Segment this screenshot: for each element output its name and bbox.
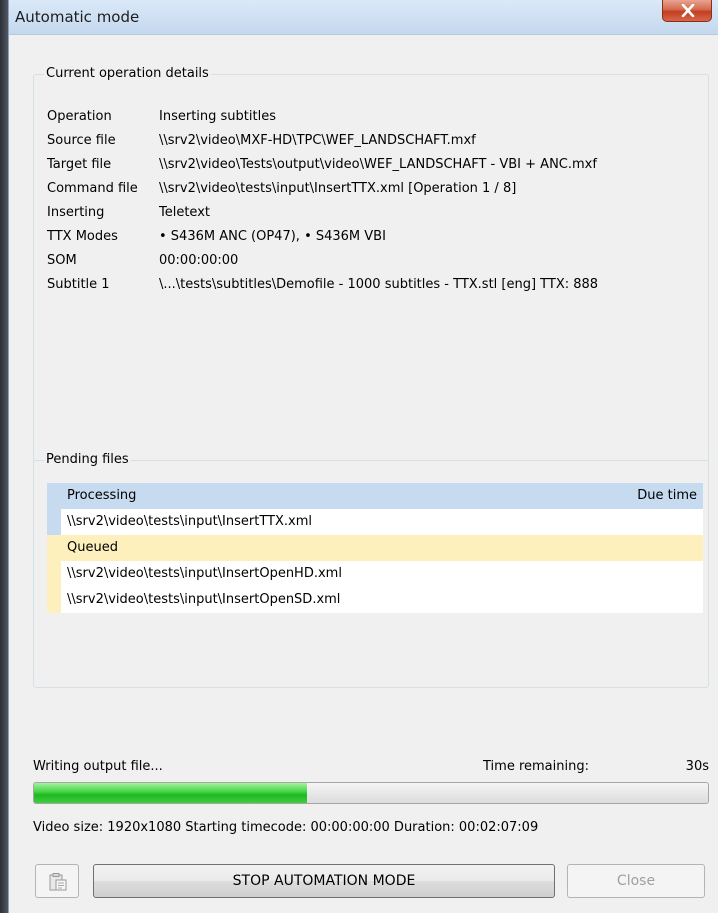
queued-file-item[interactable]: \\srv2\video\tests\input\InsertOpenSD.xm…	[47, 587, 703, 613]
detail-key: SOM	[47, 253, 77, 268]
stop-automation-mode-button[interactable]: STOP AUTOMATION MODE	[93, 864, 555, 898]
due-time-header: Due time	[637, 488, 697, 503]
detail-key: Command file	[47, 181, 138, 196]
title-bar[interactable]: Automatic mode	[9, 0, 718, 35]
pending-files-legend: Pending files	[44, 452, 131, 467]
time-remaining-value: 30s	[685, 759, 709, 774]
processing-header[interactable]: Processing Due time	[47, 483, 703, 509]
detail-value: 00:00:00:00	[159, 253, 239, 268]
processing-file-item-text: \\srv2\video\tests\input\InsertTTX.xml	[67, 514, 312, 529]
detail-value: \\srv2\video\tests\input\InsertTTX.xml […	[159, 181, 517, 196]
queued-file-item[interactable]: \\srv2\video\tests\input\InsertOpenHD.xm…	[47, 561, 703, 587]
detail-key: TTX Modes	[47, 229, 118, 244]
automatic-mode-window: Automatic mode Current operation details…	[8, 0, 718, 913]
queued-header[interactable]: Queued	[47, 535, 703, 561]
progress-bar-fill	[34, 783, 307, 803]
clipboard-icon	[49, 873, 67, 891]
detail-value: \\srv2\video\MXF-HD\TPC\WEF_LANDSCHAFT.m…	[159, 133, 476, 148]
video-info: Video size: 1920x1080 Starting timecode:…	[33, 820, 539, 835]
queued-file-item-text: \\srv2\video\tests\input\InsertOpenSD.xm…	[67, 592, 341, 607]
detail-key: Source file	[47, 133, 116, 148]
close-button[interactable]: Close	[567, 864, 705, 898]
progress-bar	[33, 782, 709, 804]
detail-value: Inserting subtitles	[159, 109, 276, 124]
processing-file-item[interactable]: \\srv2\video\tests\input\InsertTTX.xml	[47, 509, 703, 535]
window-client-area: Current operation details Operation Inser…	[9, 35, 718, 913]
detail-value: \...\tests\subtitles\Demofile - 1000 sub…	[159, 277, 599, 292]
detail-key: Subtitle 1	[47, 277, 110, 292]
window-title: Automatic mode	[15, 8, 140, 26]
time-remaining-label: Time remaining:	[483, 759, 589, 774]
detail-key: Inserting	[47, 205, 105, 220]
detail-value: \\srv2\video\Tests\output\video\WEF_LAND…	[159, 157, 597, 172]
window-close-button[interactable]	[662, 0, 712, 22]
queued-file-item-text: \\srv2\video\tests\input\InsertOpenHD.xm…	[67, 566, 342, 581]
processing-header-text: Processing	[67, 488, 137, 503]
queued-header-text: Queued	[67, 540, 118, 555]
detail-value: Teletext	[159, 205, 210, 220]
detail-key: Operation	[47, 109, 112, 124]
detail-value: • S436M ANC (OP47), • S436M VBI	[159, 229, 386, 244]
close-icon	[681, 4, 695, 17]
clipboard-button[interactable]	[35, 864, 79, 898]
status-text: Writing output file...	[33, 759, 163, 774]
detail-key: Target file	[47, 157, 112, 172]
details-legend: Current operation details	[44, 66, 211, 81]
